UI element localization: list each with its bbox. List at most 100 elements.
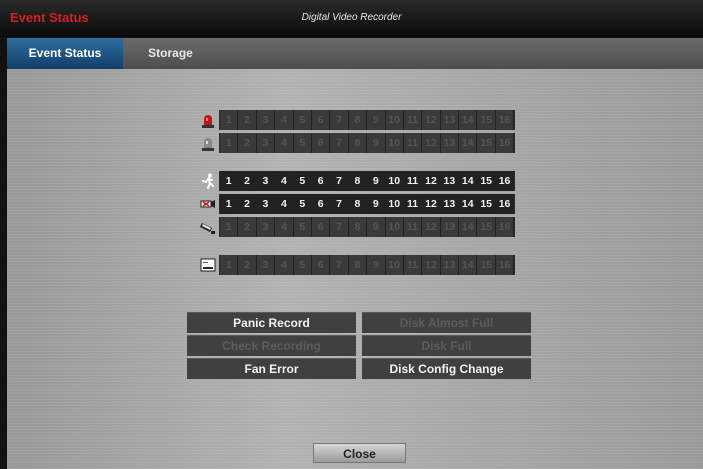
channel-grid: 1 2 3 4 5 6 7 8 9 10 11 12 13 14 15 16 [219,133,516,153]
channel-cell: 5 [293,171,312,191]
channel-cell: 1 [220,194,239,214]
channel-cell: 7 [330,255,349,275]
channel-cell: 2 [238,194,257,214]
channel-cell: 9 [367,255,386,275]
channel-cell: 10 [385,255,404,275]
channel-cell: 10 [385,217,404,237]
channel-cell: 5 [293,133,312,153]
channel-cell: 8 [348,171,368,191]
disk-full-indicator: Disk Full [362,335,531,356]
channel-cell: 14 [459,217,478,237]
disk-almost-full-indicator: Disk Almost Full [362,312,531,333]
title-bar: Event Status Digital Video Recorder [0,0,703,37]
channel-cell: 4 [275,133,294,153]
channel-cell: 15 [477,171,496,191]
channel-cell: 2 [238,133,257,153]
channel-cell: 12 [422,194,441,214]
disk-config-change-indicator: Disk Config Change [362,358,531,379]
channel-grid: 1 2 3 4 5 6 7 8 9 10 11 12 13 14 15 16 [219,217,516,237]
close-button[interactable]: Close [313,443,406,463]
channel-cell: 14 [459,255,478,275]
channel-cell: 5 [293,110,312,130]
channel-cell: 12 [422,255,441,275]
fan-error-indicator: Fan Error [187,358,356,379]
channel-cell: 2 [238,217,257,237]
channel-cell: 4 [275,110,294,130]
channel-cell: 9 [367,133,386,153]
channel-cell: 6 [311,171,331,191]
tab-event-status[interactable]: Event Status [7,38,123,69]
channel-cell: 10 [385,133,404,153]
alarm-out-icon [200,135,216,151]
channel-cell: 8 [348,217,368,237]
channel-cell: 5 [293,217,312,237]
channel-cell: 11 [403,133,423,153]
channel-cell: 16 [495,171,515,191]
channel-cell: 13 [440,171,460,191]
tab-storage[interactable]: Storage [123,38,218,69]
channel-cell: 7 [330,133,349,153]
channel-cell: 6 [311,133,331,153]
channel-cell: 11 [403,255,423,275]
channel-cell: 13 [440,255,460,275]
check-recording-indicator: Check Recording [187,335,356,356]
channel-cell: 12 [422,110,441,130]
channel-cell: 3 [256,194,276,214]
channel-cell: 3 [256,171,276,191]
channel-cell: 13 [440,217,460,237]
channel-cell: 16 [495,255,515,275]
channel-cell: 12 [422,171,441,191]
channel-cell: 11 [403,110,423,130]
channel-cell: 2 [238,255,257,275]
channel-cell: 5 [293,194,312,214]
channel-cell: 2 [238,171,257,191]
channel-cell: 12 [422,217,441,237]
channel-cell: 13 [440,110,460,130]
channel-cell: 1 [220,110,239,130]
dvr-window: Event Status Digital Video Recorder Even… [0,0,703,469]
channel-cell: 16 [495,110,515,130]
channel-cell: 4 [275,194,294,214]
channel-cell: 11 [403,194,423,214]
channel-cell: 15 [477,110,496,130]
channel-cell: 13 [440,194,460,214]
channel-cell: 10 [385,194,404,214]
channel-cell: 12 [422,133,441,153]
channel-grid: 1 2 3 4 5 6 7 8 9 10 11 12 13 14 15 16 [219,171,516,191]
channel-cell: 7 [330,110,349,130]
video-loss-icon [200,196,216,212]
channel-cell: 8 [348,110,368,130]
window-subtitle: Digital Video Recorder [301,12,402,23]
channel-cell: 4 [275,255,294,275]
channel-cell: 1 [220,133,239,153]
motion-icon [200,173,216,189]
channel-cell: 4 [275,217,294,237]
channel-cell: 8 [348,194,368,214]
channel-cell: 5 [293,255,312,275]
channel-cell: 16 [495,217,515,237]
channel-cell: 8 [348,133,368,153]
channel-cell: 10 [385,110,404,130]
tab-bar: Event Status Storage [7,38,703,69]
channel-cell: 11 [403,217,423,237]
tamper-camera-icon [200,219,216,235]
channel-cell: 9 [367,194,386,214]
channel-cell: 3 [256,133,276,153]
channel-grid: 1 2 3 4 5 6 7 8 9 10 11 12 13 14 15 16 [219,110,516,130]
channel-cell: 15 [477,255,496,275]
channel-cell: 1 [220,217,239,237]
channel-cell: 14 [459,171,478,191]
channel-cell: 7 [330,217,349,237]
channel-grid: 1 2 3 4 5 6 7 8 9 10 11 12 13 14 15 16 [219,194,516,214]
channel-cell: 3 [256,255,276,275]
channel-cell: 9 [367,110,386,130]
channel-cell: 2 [238,110,257,130]
channel-cell: 14 [459,110,478,130]
channel-cell: 15 [477,133,496,153]
channel-cell: 14 [459,194,478,214]
alarm-siren-icon [200,112,216,128]
channel-cell: 1 [220,255,239,275]
channel-cell: 1 [220,171,239,191]
channel-cell: 3 [256,110,276,130]
channel-cell: 11 [403,171,423,191]
